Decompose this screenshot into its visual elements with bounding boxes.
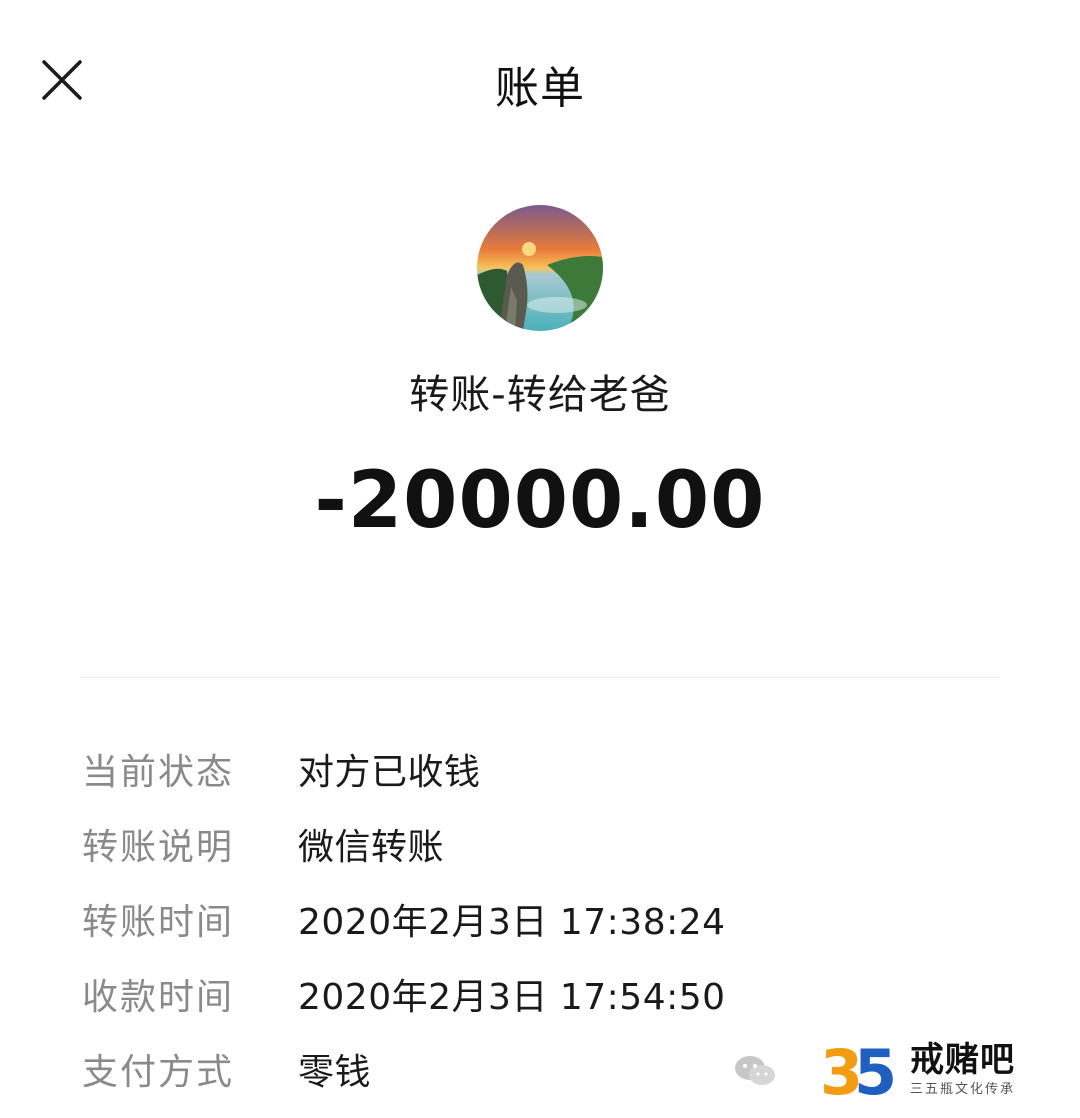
page-title: 账单 bbox=[495, 63, 585, 114]
detail-row-note: 转账说明 微信转账 bbox=[0, 818, 1080, 893]
detail-value: 对方已收钱 bbox=[298, 752, 481, 793]
brand-logo-35: 3 5 bbox=[820, 1036, 897, 1104]
detail-label: 当前状态 bbox=[82, 752, 235, 793]
watermark: 3 5 戒赌吧 三五瓶文化传承 bbox=[730, 1030, 1060, 1110]
detail-label: 转账时间 bbox=[82, 902, 235, 943]
avatar[interactable] bbox=[477, 205, 603, 331]
detail-value: 零钱 bbox=[298, 1052, 372, 1093]
wechat-icon bbox=[735, 1056, 775, 1085]
detail-label: 转账说明 bbox=[82, 827, 235, 868]
watermark-name: 戒赌吧 bbox=[910, 1040, 1015, 1080]
detail-value: 微信转账 bbox=[298, 827, 445, 868]
detail-value: 2020年2月3日 17:38:24 bbox=[298, 902, 726, 943]
transfer-title: 转账-转给老爸 bbox=[409, 372, 671, 418]
detail-row-transfer-time: 转账时间 2020年2月3日 17:38:24 bbox=[0, 893, 1080, 968]
detail-label: 支付方式 bbox=[82, 1052, 235, 1093]
detail-label: 收款时间 bbox=[82, 977, 235, 1018]
divider bbox=[80, 677, 1000, 678]
watermark-tagline: 三五瓶文化传承 bbox=[910, 1082, 1016, 1097]
detail-value: 2020年2月3日 17:54:50 bbox=[298, 977, 726, 1018]
logo-digit-5: 5 bbox=[854, 1036, 897, 1104]
detail-row-status: 当前状态 对方已收钱 bbox=[0, 743, 1080, 818]
transfer-amount: -20000.00 bbox=[314, 456, 766, 546]
avatar-landscape-image bbox=[477, 205, 603, 331]
